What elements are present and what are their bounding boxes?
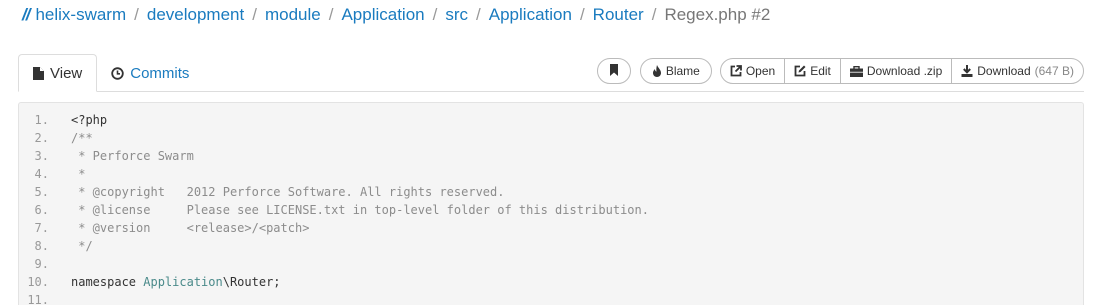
breadcrumb: // helix-swarm / development / module / … [22, 4, 770, 26]
breadcrumb-separator: / [651, 5, 657, 24]
line-number[interactable]: 9. [19, 255, 71, 273]
code-token: namespace [71, 275, 144, 289]
download-zip-button[interactable]: Download .zip [839, 58, 953, 84]
briefcase-icon [849, 65, 863, 77]
code-line: 3. * Perforce Swarm [19, 147, 1083, 165]
code-line: 5. * @copyright 2012 Perforce Software. … [19, 183, 1083, 201]
line-number[interactable]: 5. [19, 183, 71, 201]
code-token: * @license Please see LICENSE.txt in top… [71, 203, 649, 217]
line-content: <?php [71, 111, 107, 129]
code-line: 2./** [19, 129, 1083, 147]
code-token: * @copyright 2012 Perforce Software. All… [71, 185, 505, 199]
breadcrumb-item-helix-swarm[interactable]: helix-swarm [35, 5, 126, 25]
download-label: Download [977, 64, 1031, 78]
code-line: 9. [19, 255, 1083, 273]
download-button[interactable]: Download (647 B) [951, 58, 1084, 84]
tab-commits-label: Commits [130, 64, 190, 82]
breadcrumb-item-application[interactable]: Application [341, 5, 424, 25]
code-line: 7. * @version <release>/<patch> [19, 219, 1083, 237]
breadcrumb-separator: / [328, 5, 334, 24]
download-zip-label: Download .zip [866, 64, 943, 78]
code-line: 6. * @license Please see LICENSE.txt in … [19, 201, 1083, 219]
file-icon [33, 66, 44, 80]
breadcrumb-separator: / [252, 5, 257, 24]
breadcrumb-item-development[interactable]: development [147, 5, 244, 25]
breadcrumb-item-src[interactable]: src [445, 5, 468, 25]
code-token: * [71, 167, 86, 181]
breadcrumb-separator: / [432, 5, 438, 24]
code-token: /** [71, 131, 93, 145]
code-token: */ [71, 239, 93, 253]
line-content: * [71, 165, 85, 183]
flame-icon [652, 65, 662, 77]
edit-icon [794, 65, 806, 77]
breadcrumb-separator: / [476, 5, 481, 24]
blame-label: Blame [665, 64, 700, 78]
line-number[interactable]: 8. [19, 237, 71, 255]
file-tabs: View Commits [18, 54, 203, 92]
code-token: <?php [71, 113, 108, 127]
line-number[interactable]: 7. [19, 219, 71, 237]
file-action-group: Open Edit Download .zip Download (647 B) [719, 58, 1084, 84]
line-number[interactable]: 1. [19, 111, 71, 129]
tabs-underline [18, 91, 1084, 92]
breadcrumb-current-file: Regex.php #2 [664, 5, 771, 24]
breadcrumb-item-module[interactable]: module [265, 5, 321, 25]
line-content: /** [71, 129, 93, 147]
external-link-icon [730, 65, 742, 77]
line-content: * Perforce Swarm [71, 147, 194, 165]
code-token: * Perforce Swarm [71, 149, 194, 163]
line-content: * @license Please see LICENSE.txt in top… [71, 201, 649, 219]
code-token: * @version <release>/<patch> [71, 221, 310, 235]
file-toolbar: Blame Open Edit Download .zip Download (… [596, 58, 1084, 84]
bookmark-icon [609, 63, 619, 79]
breadcrumb-item-router[interactable]: Router [593, 5, 644, 25]
edit-label: Edit [810, 64, 831, 78]
code-viewer: 1. <?php 2./** 3. * Perforce Swarm 4. * 5. * … [18, 102, 1084, 305]
code-token: \Router; [222, 275, 281, 289]
line-number[interactable]: 3. [19, 147, 71, 165]
code-line: 8. */ [19, 237, 1083, 255]
code-line: 11. [19, 291, 1083, 305]
edit-button[interactable]: Edit [784, 58, 841, 84]
tab-commits[interactable]: Commits [97, 54, 203, 92]
line-number[interactable]: 10. [19, 273, 71, 291]
code-line: 4. * [19, 165, 1083, 183]
tab-view[interactable]: View [18, 54, 98, 92]
open-label: Open [745, 64, 776, 78]
line-number[interactable]: 4. [19, 165, 71, 183]
tab-view-label: View [50, 64, 83, 82]
download-icon [961, 65, 973, 77]
line-number[interactable]: 2. [19, 129, 71, 147]
code-line: 10. namespace Application\Router; [19, 273, 1083, 291]
breadcrumb-separator: / [134, 5, 139, 24]
download-size: (647 B) [1034, 64, 1074, 78]
breadcrumb-root-slashes: // [22, 5, 31, 24]
breadcrumb-separator: / [579, 5, 585, 24]
code-token: Application [143, 275, 223, 289]
code-line: 1. <?php [19, 111, 1083, 129]
bookmark-button[interactable] [596, 58, 631, 84]
open-button[interactable]: Open [719, 58, 786, 84]
clock-icon [111, 66, 124, 80]
line-number[interactable]: 11. [19, 291, 71, 305]
breadcrumb-item-application-sub[interactable]: Application [489, 5, 572, 25]
line-content: namespace Application\Router; [71, 273, 281, 291]
line-content: * @copyright 2012 Perforce Software. All… [71, 183, 504, 201]
line-number[interactable]: 6. [19, 201, 71, 219]
line-content: */ [71, 237, 93, 255]
line-content: * @version <release>/<patch> [71, 219, 309, 237]
blame-button[interactable]: Blame [639, 58, 712, 84]
